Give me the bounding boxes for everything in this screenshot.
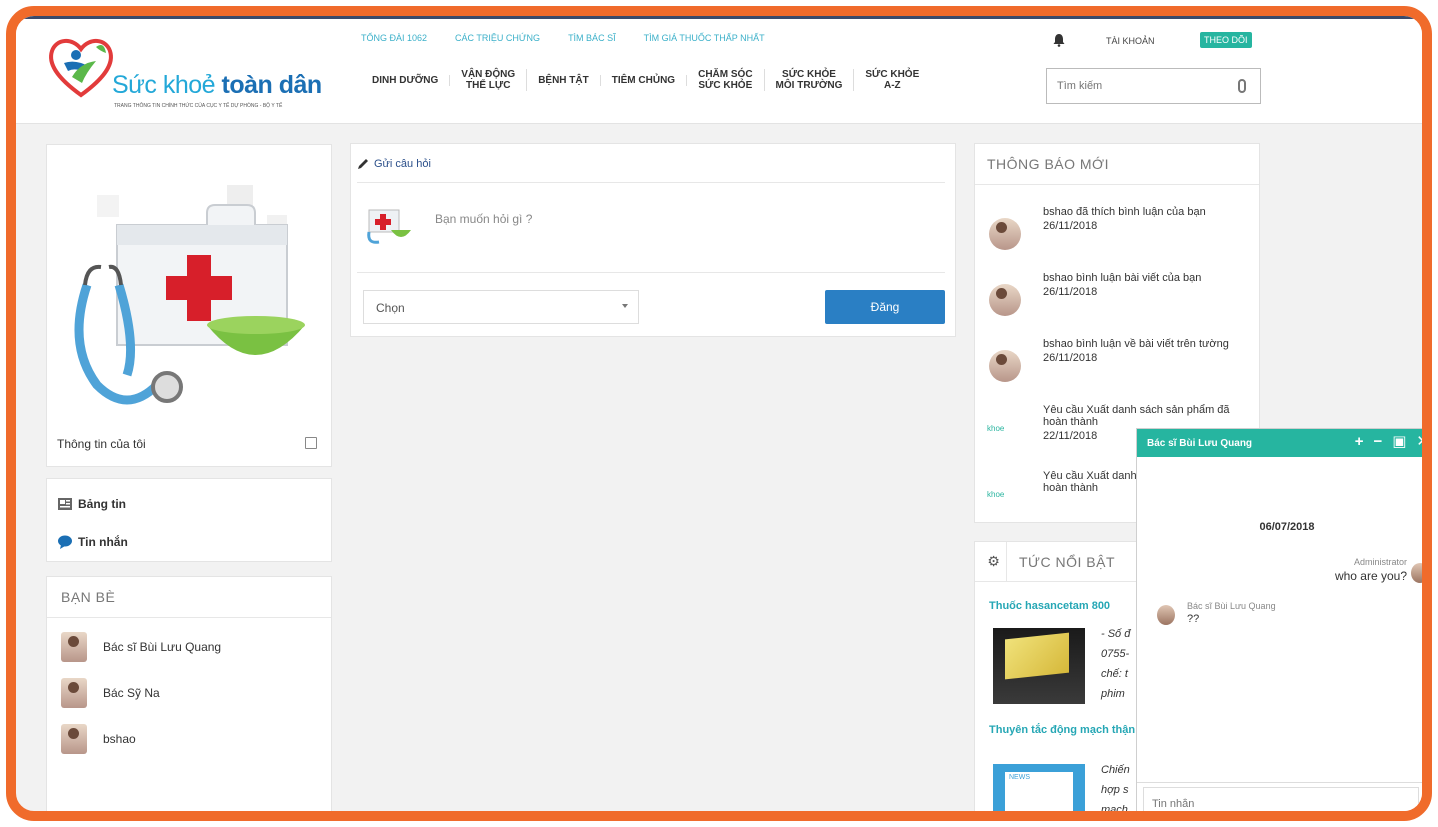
post-button[interactable]: Đăng — [825, 290, 945, 324]
bell-icon[interactable] — [1052, 33, 1066, 47]
friend-name: Bác Sỹ Na — [103, 686, 160, 700]
notification-text: bshao đã thích bình luận của bạn 26/11/20… — [1043, 206, 1206, 232]
menu-item-label: Bảng tin — [78, 497, 126, 511]
khoe-logo: khoe — [987, 424, 1005, 433]
menu-item-label: Tin nhắn — [78, 535, 128, 549]
chat-date: 06/07/2018 — [1259, 521, 1315, 533]
category-select-value: Chọn — [376, 301, 405, 315]
nav-item-healthcare[interactable]: CHĂM SÓC SỨC KHỎE — [687, 69, 765, 91]
heart-logo-icon — [49, 39, 113, 98]
chat-title: Bác sĩ Bùi Lưu Quang — [1147, 437, 1253, 449]
news-thumbnail[interactable]: NEWS — [993, 764, 1085, 811]
nav-item-diseases[interactable]: BỆNH TẬT — [527, 74, 601, 86]
news-snippet: - Số đ 0755- chế: t phim — [1101, 628, 1131, 700]
symptoms-link[interactable]: CÁC TRIỆU CHỨNG — [455, 33, 540, 43]
left-menu: Bảng tin Tin nhắn — [46, 478, 332, 562]
friend-name: bshao — [103, 732, 136, 746]
message-sender: Administrator — [1353, 557, 1407, 567]
menu-item-newsfeed[interactable]: Bảng tin — [57, 497, 126, 511]
chevron-down-icon — [622, 304, 628, 308]
brand-name: Sức khoẻ toàn dân — [112, 71, 322, 99]
profile-card: Thông tin của tôi — [46, 144, 332, 467]
post-composer: Gửi câu hỏi Bạn muốn hỏi gì ? Chọn Đăng — [350, 143, 956, 337]
follow-button[interactable]: THEO DÕI — [1200, 32, 1252, 48]
friend-item[interactable]: Bác sĩ Bùi Lưu Quang — [47, 624, 331, 670]
find-drug-price-link[interactable]: TÌM GIÁ THUỐC THẤP NHẤT — [644, 33, 765, 43]
friends-card: BẠN BÈ Bác sĩ Bùi Lưu Quang Bác Sỹ Na bs… — [46, 576, 332, 811]
site-logo[interactable]: Sức khoẻ toàn dân TRANG THÔNG TIN CHÍNH … — [42, 33, 342, 113]
menu-item-messages[interactable]: Tin nhắn — [57, 535, 128, 549]
gear-icon[interactable]: ⚙ — [981, 542, 1007, 582]
avatar — [989, 218, 1021, 250]
chat-bubble-icon — [58, 535, 72, 549]
ask-question-label: Gửi câu hỏi — [374, 158, 431, 170]
avatar — [1157, 605, 1175, 625]
chat-message-outgoing: Administrator who are you? — [1335, 557, 1407, 583]
account-link[interactable]: TÀI KHOẢN — [1106, 36, 1155, 46]
edit-icon[interactable] — [305, 437, 317, 449]
microphone-icon[interactable] — [1238, 79, 1246, 93]
medicine-thumbnail — [367, 209, 411, 244]
scrollbar[interactable] — [1423, 787, 1432, 821]
hotline-link[interactable]: TỔNG ĐÀI 1062 — [361, 33, 427, 43]
friend-item[interactable]: Bác Sỹ Na — [47, 670, 331, 716]
site-header: Sức khoẻ toàn dân TRANG THÔNG TIN CHÍNH … — [16, 16, 1422, 124]
news-thumbnail[interactable] — [993, 628, 1085, 704]
avatar — [1411, 563, 1422, 583]
ask-question-header[interactable]: Gửi câu hỏi — [357, 158, 431, 170]
news-snippet: Chiến hợp s mạch — [1101, 764, 1130, 816]
nav-item-fitness[interactable]: VẬN ĐỘNG THỂ LỰC — [450, 69, 528, 91]
notifications-title: THÔNG BÁO MỚI — [975, 144, 1259, 185]
chat-message-input[interactable] — [1143, 787, 1419, 811]
search-box — [1046, 68, 1261, 104]
message-text: ?? — [1187, 613, 1200, 625]
khoe-logo: khoe — [987, 490, 1005, 499]
category-select[interactable]: Chọn — [363, 290, 639, 324]
minimize-icon[interactable]: − — [1373, 433, 1382, 451]
friends-title: BẠN BÈ — [47, 577, 331, 618]
avatar — [989, 284, 1021, 316]
divider — [357, 272, 945, 273]
notification-item[interactable]: bshao bình luận về bài viết trên tường 26… — [987, 338, 1255, 402]
brand-tagline: TRANG THÔNG TIN CHÍNH THỨC CỦA CỤC Y TẾ … — [114, 103, 283, 109]
main-nav: DINH DƯỠNG VẬN ĐỘNG THỂ LỰC BỆNH TẬT TIÊ… — [361, 59, 930, 101]
video-call-icon[interactable]: ▣ — [1392, 433, 1406, 451]
newsfeed-icon — [58, 498, 72, 510]
close-icon[interactable]: ✕ — [1416, 433, 1422, 451]
notification-item[interactable]: bshao bình luận bài viết của bạn 26/11/20… — [987, 272, 1255, 336]
my-info-label[interactable]: Thông tin của tôi — [57, 437, 146, 451]
question-input[interactable]: Bạn muốn hỏi gì ? — [435, 212, 532, 226]
chat-window: Bác sĩ Bùi Lưu Quang + − ▣ ✕ 06/07/2018 … — [1136, 428, 1432, 821]
divider — [357, 182, 945, 183]
notification-text: bshao bình luận bài viết của bạn 26/11/20… — [1043, 272, 1202, 298]
message-sender: Bác sĩ Bùi Lưu Quang — [1187, 601, 1276, 611]
chat-message-incoming: Bác sĩ Bùi Lưu Quang ?? — [1187, 601, 1276, 625]
chat-controls: + − ▣ ✕ — [1355, 433, 1422, 451]
nav-item-health-az[interactable]: SỨC KHỎE A-Z — [854, 69, 930, 91]
notification-item[interactable]: bshao đã thích bình luận của bạn 26/11/20… — [987, 206, 1255, 270]
avatar — [989, 350, 1021, 382]
app-frame: Sức khoẻ toàn dân TRANG THÔNG TIN CHÍNH … — [6, 6, 1432, 821]
search-input[interactable] — [1047, 69, 1217, 103]
friend-name: Bác sĩ Bùi Lưu Quang — [103, 640, 222, 654]
pencil-icon — [358, 159, 368, 169]
add-icon[interactable]: + — [1355, 433, 1364, 451]
first-aid-kit-illustration — [57, 155, 325, 425]
top-links: TỔNG ĐÀI 1062 CÁC TRIỆU CHỨNG TÌM BÁC SĨ… — [361, 33, 765, 43]
find-doctor-link[interactable]: TÌM BÁC SĨ — [568, 33, 616, 43]
avatar — [61, 678, 87, 708]
nav-item-environment[interactable]: SỨC KHỎE MÔI TRƯỜNG — [765, 69, 855, 91]
news-title: TỨC NỔI BẬT — [1019, 553, 1116, 570]
notification-text: bshao bình luận về bài viết trên tường 26… — [1043, 338, 1229, 364]
chat-header[interactable]: Bác sĩ Bùi Lưu Quang + − ▣ ✕ — [1137, 429, 1422, 457]
nav-item-nutrition[interactable]: DINH DƯỠNG — [361, 74, 451, 86]
avatar — [61, 724, 87, 754]
avatar — [61, 632, 87, 662]
message-text: who are you? — [1334, 569, 1407, 583]
nav-item-vaccination[interactable]: TIÊM CHỦNG — [601, 74, 688, 86]
divider — [1137, 782, 1422, 783]
friend-item[interactable]: bshao — [47, 716, 331, 762]
